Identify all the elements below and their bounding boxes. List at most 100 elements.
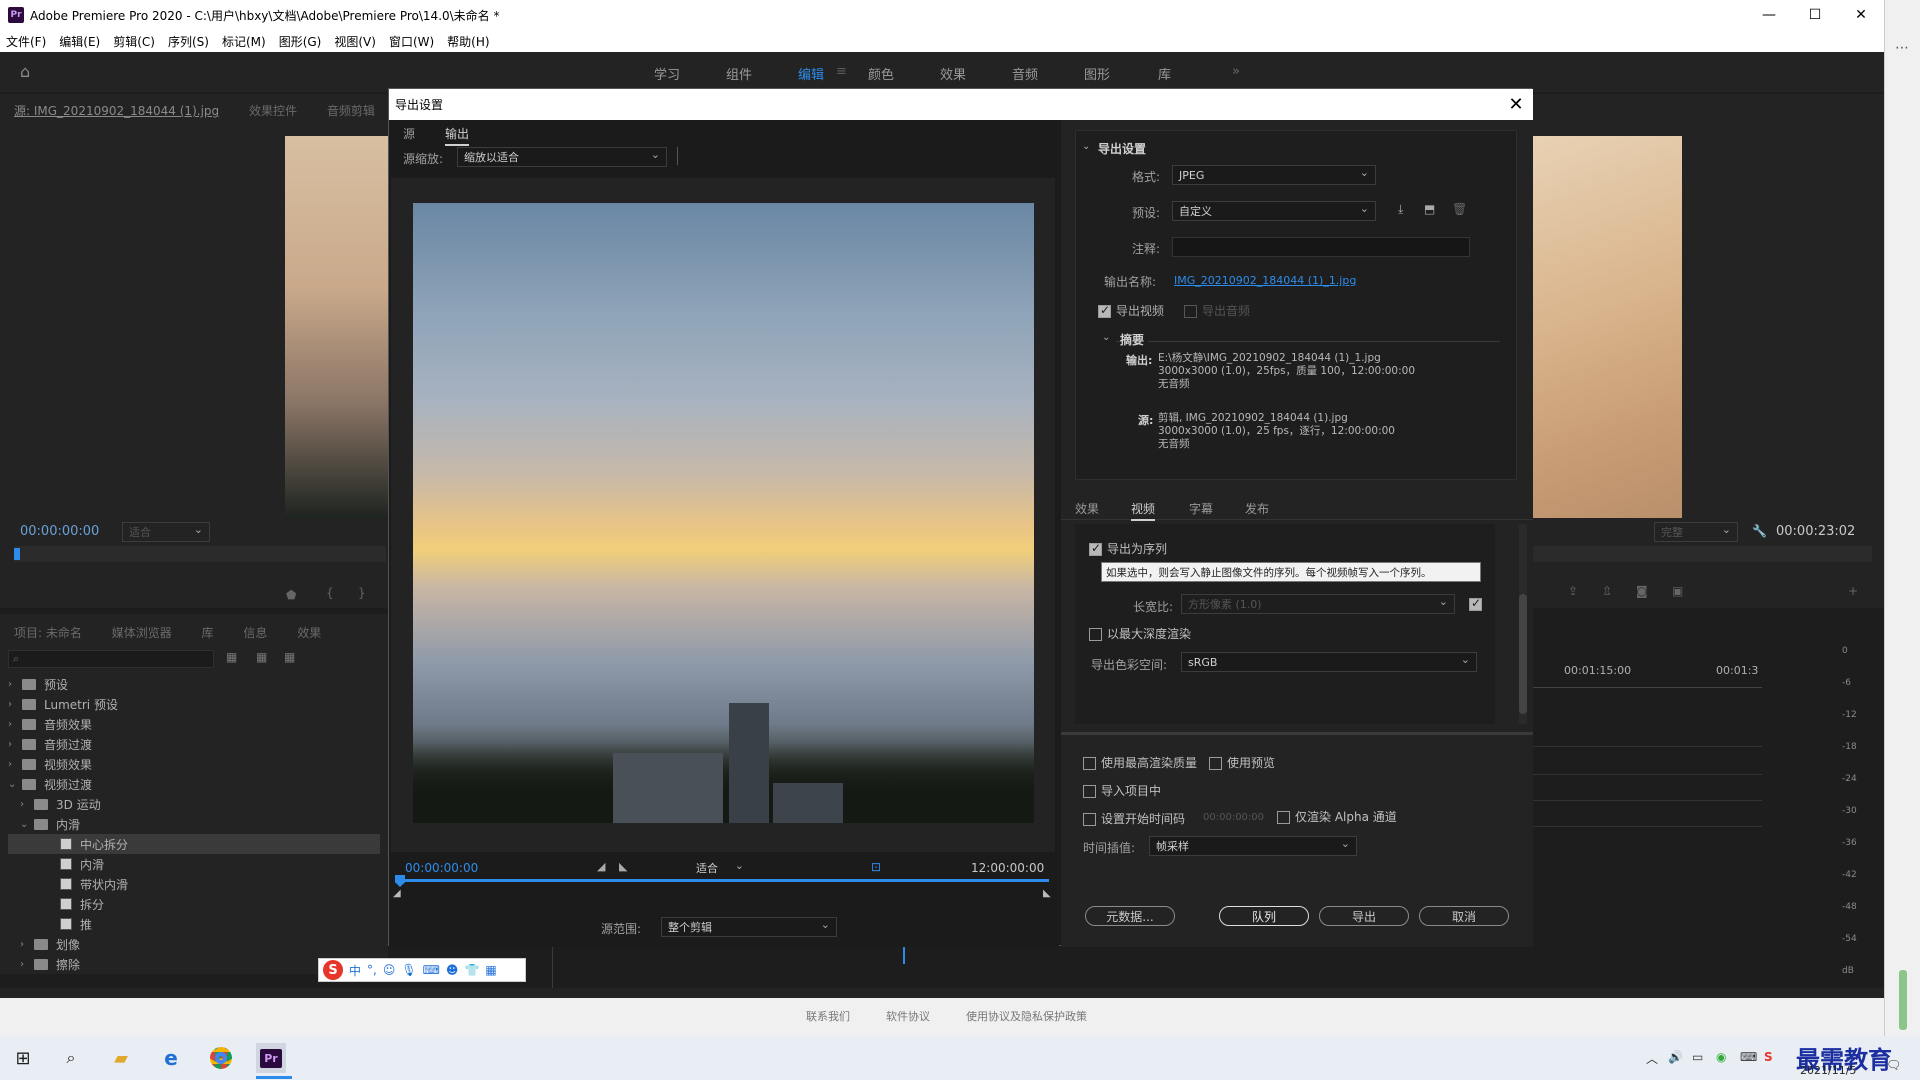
timeline-playhead[interactable]: [903, 946, 905, 964]
tab-output-preview[interactable]: 输出: [445, 125, 470, 146]
mark-out-icon[interactable]: }: [358, 586, 366, 600]
tab-captions-settings[interactable]: 字幕: [1189, 500, 1213, 517]
menu-sequence[interactable]: 序列(S): [168, 33, 209, 50]
program-scrubber[interactable]: [1532, 546, 1872, 562]
range-out-handle[interactable]: ◣: [1043, 888, 1051, 899]
workspace-color[interactable]: 颜色: [868, 64, 894, 83]
dialog-close-button[interactable]: ✕: [1505, 93, 1527, 115]
microphone-icon[interactable]: 🎙: [401, 963, 416, 977]
tree-folder[interactable]: ⌄ 内滑: [8, 814, 380, 834]
set-start-timecode-checkbox[interactable]: [1083, 813, 1096, 826]
tree-folder[interactable]: › Lumetri 预设: [8, 694, 380, 714]
menu-view[interactable]: 视图(V): [334, 33, 376, 50]
export-button[interactable]: 导出: [1319, 906, 1409, 926]
tab-audio-clip[interactable]: 音频剪辑: [327, 104, 375, 118]
sogou-tray-icon[interactable]: S: [1764, 1050, 1773, 1064]
workspace-libraries[interactable]: 库: [1158, 64, 1171, 83]
tree-effect[interactable]: 拆分: [8, 894, 380, 914]
volume-icon[interactable]: 🔊: [1668, 1050, 1683, 1064]
footer-license-link[interactable]: 软件协议: [886, 1008, 930, 1024]
settings-scrollbar[interactable]: [1519, 524, 1527, 724]
save-preset-icon[interactable]: ⤓: [1398, 202, 1403, 217]
chevron-right-icon[interactable]: ›: [8, 759, 22, 770]
source-scrubber[interactable]: [14, 546, 386, 562]
tree-effect[interactable]: 内滑: [8, 854, 380, 874]
max-quality-checkbox[interactable]: [1083, 757, 1096, 770]
export-audio-checkbox[interactable]: [1184, 305, 1197, 318]
workspace-editing[interactable]: 编辑: [798, 64, 824, 83]
camera-icon[interactable]: ◙: [1636, 584, 1648, 598]
source-scale-dropdown[interactable]: 缩放以适合: [457, 147, 667, 167]
more-icon[interactable]: ⋯: [1895, 40, 1909, 56]
punctuation-icon[interactable]: °,: [367, 963, 377, 977]
tab-effects[interactable]: 效果: [297, 626, 321, 640]
32bit-effects-icon[interactable]: ▦: [256, 650, 267, 664]
format-dropdown[interactable]: JPEG: [1172, 165, 1376, 185]
tree-folder[interactable]: › 划像: [8, 934, 380, 954]
tab-source-preview[interactable]: 源: [403, 125, 415, 142]
menu-help[interactable]: 帮助(H): [447, 33, 489, 50]
tray-overflow-icon[interactable]: ︿: [1646, 1050, 1658, 1067]
tree-effect[interactable]: 中心拆分: [8, 834, 380, 854]
summary-chevron-icon[interactable]: ⌄: [1102, 332, 1110, 343]
scrollbar-thumb[interactable]: [1899, 970, 1907, 1030]
export-sequence-checkbox[interactable]: [1089, 541, 1102, 556]
colorspace-dropdown[interactable]: sRGB: [1181, 652, 1477, 672]
chevron-down-icon[interactable]: ⌄: [20, 819, 34, 830]
tab-media-browser[interactable]: 媒体浏览器: [112, 626, 172, 640]
tab-effect-controls[interactable]: 效果控件: [249, 104, 297, 118]
tree-folder[interactable]: › 音频效果: [8, 714, 380, 734]
security-icon[interactable]: ◉: [1716, 1050, 1726, 1064]
workspace-overflow[interactable]: »: [1232, 64, 1240, 79]
minimize-button[interactable]: —: [1746, 0, 1792, 30]
source-playhead[interactable]: [14, 548, 20, 560]
chevron-right-icon[interactable]: ›: [8, 739, 22, 750]
preset-dropdown[interactable]: 自定义: [1172, 201, 1376, 221]
menu-graphics[interactable]: 图形(G): [279, 33, 322, 50]
chevron-right-icon[interactable]: ›: [8, 679, 22, 690]
tree-effect[interactable]: 带状内滑: [8, 874, 380, 894]
wrench-icon[interactable]: 🔧: [1752, 524, 1767, 538]
range-in-handle[interactable]: ◢: [393, 888, 401, 899]
match-source-checkbox[interactable]: [1469, 596, 1482, 611]
windows-start-icon[interactable]: ⊞: [8, 1043, 38, 1073]
aspect-dropdown[interactable]: 方形像素 (1.0): [1181, 594, 1455, 614]
ime-tray-icon[interactable]: ⌨: [1740, 1050, 1757, 1064]
workspace-audio[interactable]: 音频: [1012, 64, 1038, 83]
effects-search-input[interactable]: ⌕: [8, 650, 214, 668]
metadata-button[interactable]: 元数据...: [1085, 906, 1175, 926]
home-icon[interactable]: ⌂: [20, 62, 38, 81]
ime-mode-icon[interactable]: 中: [349, 962, 361, 979]
chrome-browser-icon[interactable]: [206, 1043, 236, 1073]
collapse-chevron-icon[interactable]: ⌄: [1082, 141, 1090, 152]
comment-input[interactable]: [1172, 237, 1470, 257]
tab-effects-settings[interactable]: 效果: [1075, 500, 1099, 517]
file-explorer-icon[interactable]: ▰: [106, 1043, 136, 1073]
close-window-button[interactable]: ✕: [1838, 0, 1884, 30]
tab-publish-settings[interactable]: 发布: [1245, 500, 1269, 517]
tree-folder[interactable]: › 视频效果: [8, 754, 380, 774]
keyboard-icon[interactable]: ⌨: [423, 963, 440, 977]
tab-info[interactable]: 信息: [243, 626, 267, 640]
workspace-learn[interactable]: 学习: [654, 64, 680, 83]
tree-folder[interactable]: › 音频过渡: [8, 734, 380, 754]
chevron-right-icon[interactable]: ›: [20, 959, 34, 970]
tree-folder[interactable]: ⌄ 视频过渡: [8, 774, 380, 794]
tab-video-settings[interactable]: 视频: [1131, 500, 1156, 521]
sogou-logo-icon[interactable]: S: [323, 960, 343, 980]
cancel-button[interactable]: 取消: [1419, 906, 1509, 926]
queue-button[interactable]: 队列: [1219, 906, 1309, 926]
workspace-assembly[interactable]: 组件: [726, 64, 752, 83]
emoji-icon[interactable]: ☺: [383, 963, 396, 977]
alpha-only-checkbox[interactable]: [1277, 811, 1290, 824]
tab-project[interactable]: 项目: 未命名: [14, 626, 82, 640]
footer-contact-link[interactable]: 联系我们: [806, 1008, 850, 1024]
tree-folder[interactable]: › 预设: [8, 674, 380, 694]
tree-folder[interactable]: › 3D 运动: [8, 794, 380, 814]
workspace-menu-icon[interactable]: ≡: [836, 64, 847, 79]
menu-marker[interactable]: 标记(M): [222, 33, 266, 50]
user-icon[interactable]: ☻: [446, 963, 459, 977]
mark-in-icon[interactable]: {: [326, 586, 334, 600]
menu-window[interactable]: 窗口(W): [389, 33, 434, 50]
accelerated-effects-icon[interactable]: ▦: [226, 650, 237, 664]
